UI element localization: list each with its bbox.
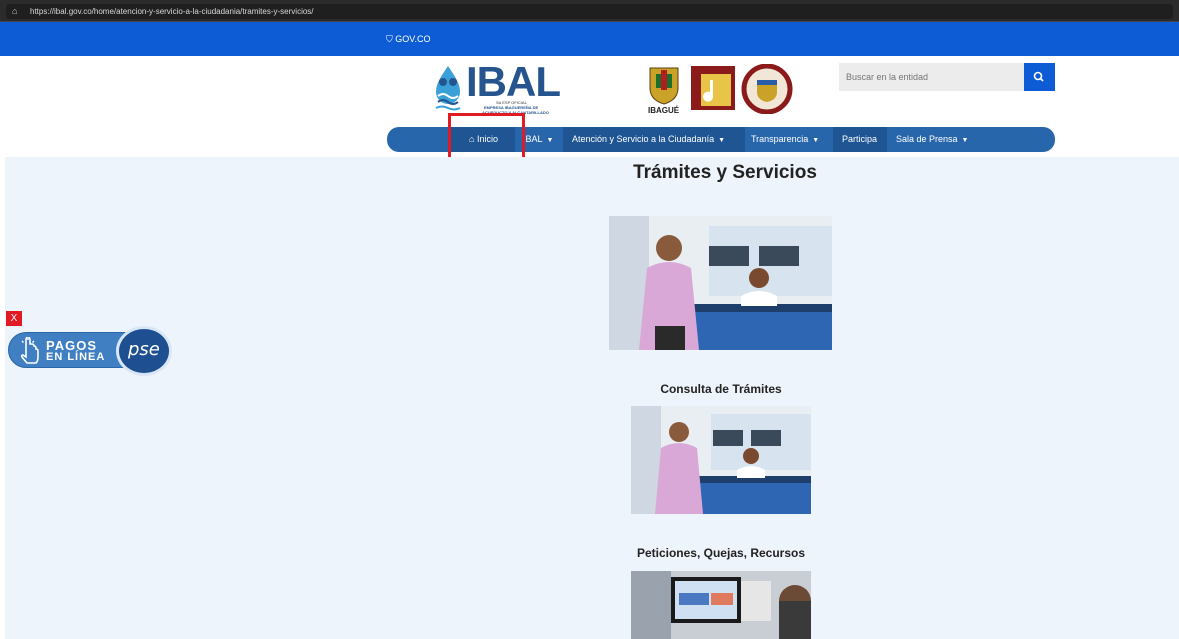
ibague-label: IBAGUÉ — [648, 106, 680, 115]
service-counter-photo — [609, 216, 832, 350]
site-search — [839, 63, 1055, 91]
gov-co-logo[interactable]: ⛉ GOV.CO — [386, 34, 430, 44]
url-text: https://ibal.gov.co/home/atencion-y-serv… — [30, 7, 314, 16]
nav-item-participa[interactable]: Participa — [833, 127, 887, 152]
ibal-water-drop-icon — [435, 66, 461, 111]
computer-desk-photo — [631, 571, 811, 639]
search-icon — [1033, 71, 1044, 82]
chevron-down-icon: ▼ — [812, 137, 820, 144]
nav-item-label: Atención y Servicio a la Ciudadanía — [572, 134, 715, 144]
ibague-coat-of-arms-icon — [649, 67, 679, 105]
gov-co-bar: ⛉ GOV.CO — [0, 22, 1179, 56]
consulta-tramites-image[interactable] — [631, 406, 811, 514]
page-title: Trámites y Servicios — [633, 162, 817, 183]
nav-item-ibal[interactable]: IBAL ▼ — [523, 127, 553, 152]
consulta-tramites-caption[interactable]: Consulta de Trámites — [601, 382, 841, 396]
ibal-logo-word: IBAL — [466, 58, 561, 105]
nav-item-label: Sala de Prensa — [896, 134, 958, 144]
nav-item-transparencia[interactable]: Transparencia ▼ — [751, 127, 819, 152]
colombia-seal-icon — [741, 64, 793, 114]
music-note-icon — [701, 74, 731, 106]
gov-co-shield-icon: ⛉ — [386, 34, 393, 44]
ibal-logo[interactable]: IBAL SA ESP OFICIAL EMPRESA IBAGUEREÑA D… — [430, 58, 561, 116]
chevron-down-icon: ▼ — [546, 137, 554, 144]
peticiones-image[interactable] — [631, 571, 811, 639]
nav-item-label: Participa — [842, 134, 878, 144]
nav-item-atencion[interactable]: Atención y Servicio a la Ciudadanía ▼ — [563, 127, 745, 152]
site-info-icon[interactable]: ⌂ — [12, 5, 20, 17]
institution-logos: IBAGUÉ — [640, 60, 800, 116]
peticiones-caption[interactable]: Peticiones, Quejas, Recursos — [581, 546, 861, 560]
nav-item-label: Transparencia — [751, 134, 809, 144]
musical-city-logo — [691, 66, 735, 110]
nav-item-sala-de-prensa[interactable]: Sala de Prensa ▼ — [896, 127, 968, 152]
tramites-banner-image[interactable] — [609, 216, 832, 350]
gov-co-label: GOV.CO — [395, 34, 431, 44]
ibague-shield: IBAGUÉ — [644, 62, 684, 115]
pse-payment-widget[interactable]: PAGOS EN LÍNEA pse — [6, 324, 172, 378]
browser-address-bar: ⌂ https://ibal.gov.co/home/atencion-y-se… — [0, 0, 1179, 22]
chevron-down-icon: ▼ — [718, 137, 726, 144]
search-input[interactable] — [839, 63, 1024, 91]
url-field[interactable]: ⌂ https://ibal.gov.co/home/atencion-y-se… — [6, 4, 1173, 19]
chevron-down-icon: ▼ — [961, 137, 969, 144]
pse-brand-text: pse — [128, 339, 160, 360]
nav-item-label: IBAL — [523, 134, 543, 144]
search-button[interactable] — [1024, 63, 1055, 91]
service-counter-photo — [631, 406, 811, 514]
pse-line2: EN LÍNEA — [46, 351, 106, 363]
main-content: Trámites y Servicios Consulta de Trámite… — [5, 157, 1179, 639]
hand-tap-icon — [20, 337, 39, 364]
